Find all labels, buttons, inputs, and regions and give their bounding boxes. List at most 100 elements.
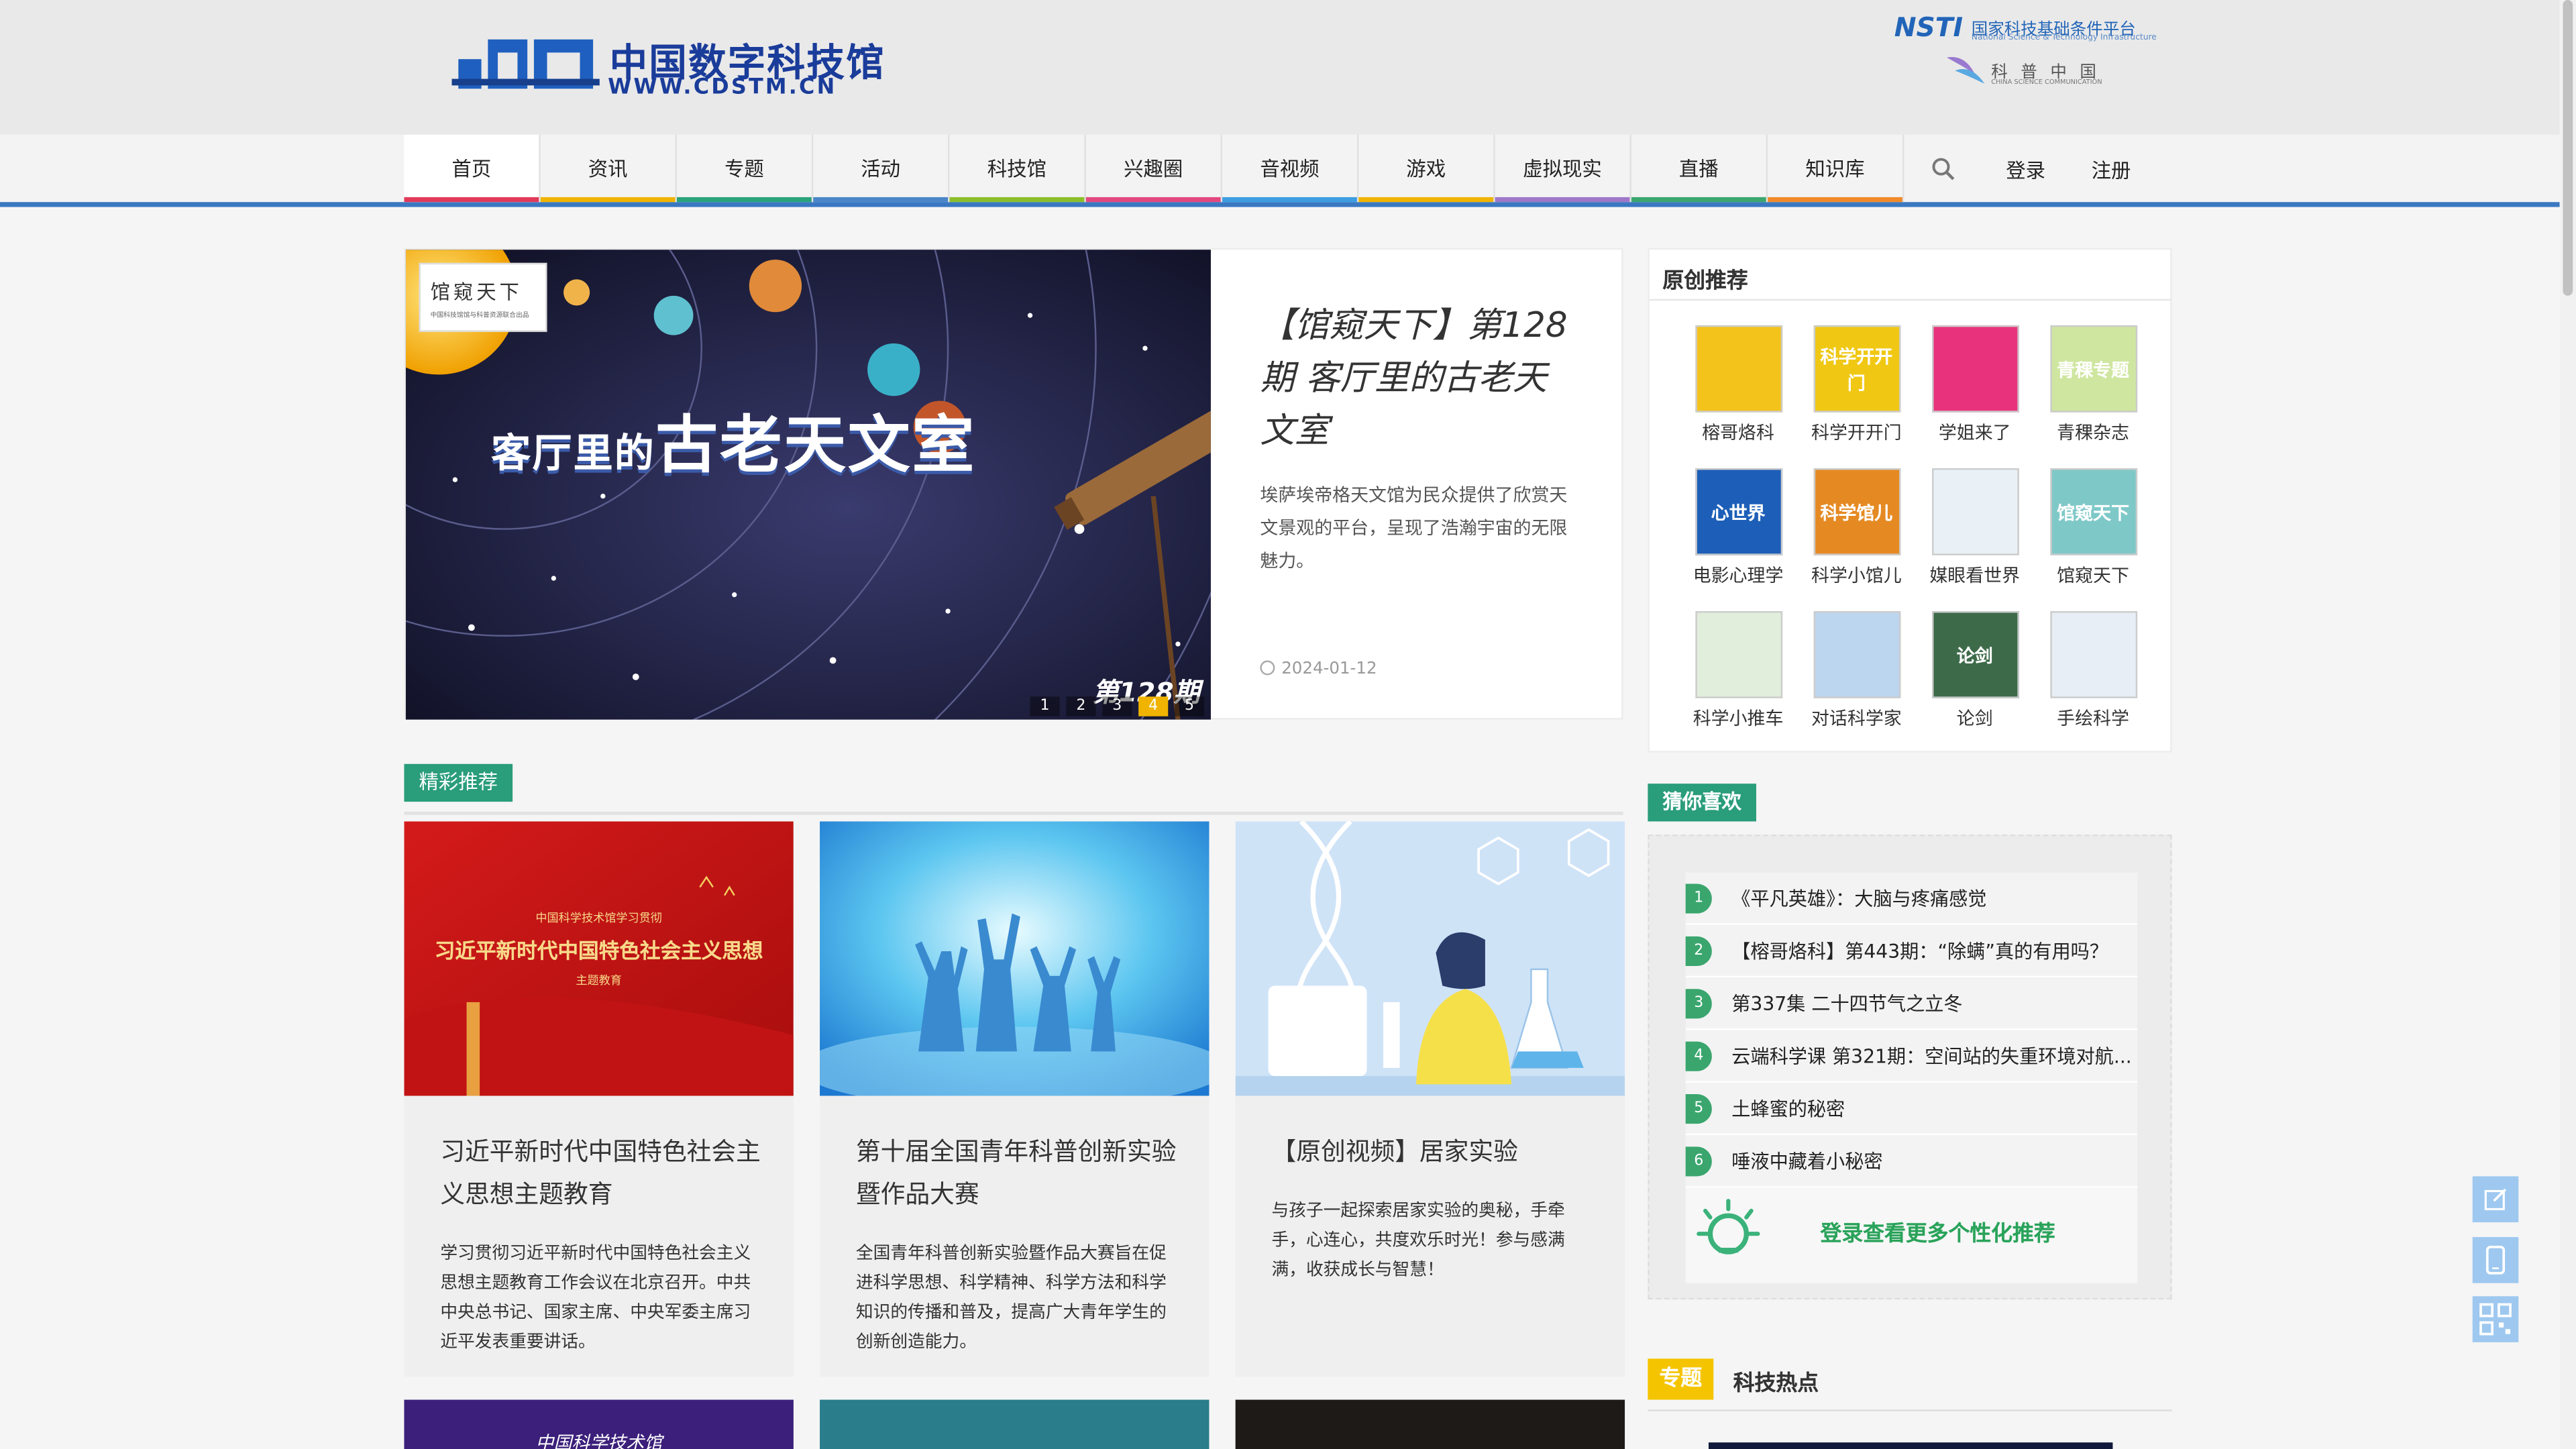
guess-rank-badge: 1 [1685, 883, 1712, 914]
nav-item-5[interactable]: 兴趣圈 [1085, 134, 1223, 203]
nav-color-bar [1222, 197, 1357, 203]
nav-item-label: 直播 [1678, 158, 1719, 181]
page: 中国数字科技馆 WWW.CDSTM.CN NSTI 国家科技基础条件平台 Nat… [0, 0, 2576, 1449]
carousel-dot-5[interactable]: 5 [1175, 696, 1205, 716]
nav-item-0[interactable]: 首页 [404, 134, 541, 203]
guess-item-5[interactable]: 5 土蜂蜜的秘密 [1685, 1082, 2138, 1136]
original-item-label: 青稞杂志 [2057, 422, 2129, 444]
carousel-dot-3[interactable]: 3 [1102, 696, 1132, 716]
bottom-card-3[interactable] [1235, 1399, 1625, 1449]
feature-description: 埃萨埃帝格天文馆为民众提供了欣赏天文景观的平台，呈现了浩瀚宇宙的无限魅力。 [1260, 484, 1568, 572]
original-item-label: 论剑 [1956, 708, 1993, 730]
original-item-label: 科学小推车 [1693, 708, 1784, 730]
site-logo[interactable]: 中国数字科技馆 WWW.CDSTM.CN [451, 30, 895, 102]
nav-item-4[interactable]: 科技馆 [949, 134, 1086, 203]
carousel-dot-4[interactable]: 4 [1138, 696, 1169, 716]
bottom-card-2[interactable] [820, 1399, 1210, 1449]
guess-login-prompt[interactable]: 登录查看更多个性化推荐 [1685, 1187, 2138, 1283]
science-door-icon: 科学开开门 [1813, 325, 1900, 413]
qrcode-button[interactable] [2472, 1296, 2519, 1342]
sword-icon: 论剑 [1931, 611, 2019, 698]
guess-item-1[interactable]: 1 《平凡英雄》：大脑与疼痛感觉 [1685, 872, 2138, 925]
nav-item-label: 资讯 [588, 158, 628, 181]
mobile-button[interactable] [2472, 1237, 2519, 1283]
highlight-card-3[interactable]: 【原创视频】居家实验 与孩子一起探索居家实验的奥秘，手牵手，心连心，共度欢乐时光… [1235, 821, 1625, 1377]
hot-image-top [1708, 1442, 2113, 1449]
original-item-3[interactable]: 青稞专题 青稞杂志 [2034, 325, 2152, 445]
guess-item-text: 《平凡英雄》：大脑与疼痛感觉 [1731, 887, 1987, 910]
guess-list: 1 《平凡英雄》：大脑与疼痛感觉 2 【榕哥烙科】第443期：“除螨”真的有用吗？ 3 第… [1685, 872, 2138, 1188]
original-item-2[interactable]: 学姐来了 [1916, 325, 2034, 445]
nav-item-2[interactable]: 专题 [676, 134, 814, 203]
kepu-partner-logo[interactable]: 科普中国 CHINA SCIENCE COMMUNICATION [1945, 51, 2143, 91]
nav-color-bar [813, 197, 949, 203]
carousel-dot-1[interactable]: 1 [1030, 696, 1060, 716]
original-item-9[interactable]: 对话科学家 [1797, 611, 1915, 731]
hot-tag: 专题 [1648, 1358, 1714, 1400]
nav-item-1[interactable]: 资讯 [540, 134, 677, 203]
lightbulb-icon [1697, 1199, 1760, 1254]
highlight-card-1[interactable]: 中国科学技术馆学习贯彻 习近平新时代中国特色社会主义思想 主题教育 习近平新时代… [404, 821, 794, 1377]
original-item-0[interactable]: 榕哥烙科 [1679, 325, 1797, 445]
nsti-partner-logo[interactable]: NSTI 国家科技基础条件平台 National Science & Techn… [1894, 11, 2174, 48]
edit-button[interactable] [2472, 1176, 2519, 1223]
guess-rank-badge: 6 [1685, 1146, 1712, 1177]
highlight-card-2[interactable]: 第十届全国青年科普创新实验暨作品大赛 全国青年科普创新实验暨作品大赛旨在促进科学… [820, 821, 1210, 1377]
original-item-5[interactable]: 科学馆儿 科学小馆儿 [1797, 468, 1915, 588]
bottom-card-1-caption: 中国科学技术馆 [535, 1432, 662, 1449]
highlights-divider [404, 811, 1623, 815]
original-icon-text: 青稞专题 [2057, 359, 2129, 380]
feature-image[interactable]: 馆窥天下 中国科技馆馆与科普资源联合出品 客厅里的古老天文室 第128期 123… [405, 250, 1211, 720]
original-item-6[interactable]: 媒眼看世界 [1916, 468, 2034, 588]
bottom-card-1[interactable]: 中国科学技术馆 [404, 1399, 794, 1449]
nav-item-7[interactable]: 游戏 [1358, 134, 1495, 203]
nav-color-bar [1085, 197, 1221, 203]
guess-item-2[interactable]: 2 【榕哥烙科】第443期：“除螨”真的有用吗？ [1685, 924, 2138, 978]
nsti-logo-text: NSTI [1894, 11, 1964, 43]
nav-item-6[interactable]: 音视频 [1222, 134, 1359, 203]
original-item-label: 学姐来了 [1938, 422, 2011, 444]
card-1-title[interactable]: 习近平新时代中国特色社会主义思想主题教育 [440, 1130, 769, 1216]
card-3-title[interactable]: 【原创视频】居家实验 [1272, 1130, 1601, 1173]
search-icon[interactable] [1931, 156, 1957, 182]
original-item-label: 科学开开门 [1811, 422, 1902, 444]
register-link[interactable]: 注册 [2092, 156, 2131, 184]
guess-item-text: 【榕哥烙科】第443期：“除螨”真的有用吗？ [1731, 939, 2108, 963]
nav-item-3[interactable]: 活动 [813, 134, 950, 203]
original-item-11[interactable]: 手绘科学 [2034, 611, 2152, 731]
original-item-label: 媒眼看世界 [1929, 565, 2021, 587]
guess-item-4[interactable]: 4 云端科学课 第321期：空间站的失重环境对航... [1685, 1030, 2138, 1083]
header: 中国数字科技馆 WWW.CDSTM.CN NSTI 国家科技基础条件平台 Nat… [0, 0, 2576, 135]
telescope-icon: 馆窥天下 [2049, 468, 2137, 555]
original-icon-text: 心世界 [1711, 502, 1766, 524]
highlights-tag: 精彩推荐 [404, 763, 513, 802]
carousel-dot-2[interactable]: 2 [1066, 696, 1096, 716]
guess-item-6[interactable]: 6 唾液中藏着小秘密 [1685, 1135, 2138, 1188]
login-link[interactable]: 登录 [2006, 156, 2045, 184]
original-item-1[interactable]: 科学开开门 科学开开门 [1797, 325, 1915, 445]
feature-title[interactable]: 【馆窥天下】第128期 客厅里的古老天文室 [1260, 299, 1572, 457]
guess-rank-badge: 3 [1685, 989, 1712, 1019]
card-2-title[interactable]: 第十届全国青年科普创新实验暨作品大赛 [856, 1130, 1185, 1216]
badge-title: 馆窥天下 [430, 280, 523, 305]
original-item-7[interactable]: 馆窥天下 馆窥天下 [2034, 468, 2152, 588]
main-nav: 首页 资讯 专题 活动 科技馆 兴趣圈 音视频 游戏 虚拟现实 直播 知识库 登录 注册 [0, 134, 2576, 207]
guess-rank-badge: 4 [1685, 1041, 1712, 1071]
guess-item-text: 云端科学课 第321期：空间站的失重环境对航... [1731, 1044, 2132, 1068]
card-1-image: 中国科学技术馆学习贯彻 习近平新时代中国特色社会主义思想 主题教育 [404, 821, 794, 1096]
original-item-10[interactable]: 论剑 论剑 [1916, 611, 2034, 731]
nav-color-bar [1631, 197, 1766, 203]
guess-item-3[interactable]: 3 第337集 二十四节气之立冬 [1685, 977, 2138, 1030]
nav-color-bar [540, 197, 676, 203]
nav-color-bar [1768, 197, 1902, 203]
scrollbar-thumb[interactable] [2563, 0, 2573, 296]
nav-item-9[interactable]: 直播 [1631, 134, 1768, 203]
card-1-img-line3: 主题教育 [576, 974, 622, 987]
nav-item-8[interactable]: 虚拟现实 [1495, 134, 1631, 203]
nav-item-label: 活动 [861, 158, 901, 181]
original-item-4[interactable]: 心世界 电影心理学 [1679, 468, 1797, 588]
hot-label[interactable]: 科技热点 [1733, 1365, 1819, 1397]
original-item-8[interactable]: 科学小推车 [1679, 611, 1797, 731]
nav-item-10[interactable]: 知识库 [1768, 134, 1904, 203]
image-title-small: 客厅里的 [491, 430, 656, 477]
